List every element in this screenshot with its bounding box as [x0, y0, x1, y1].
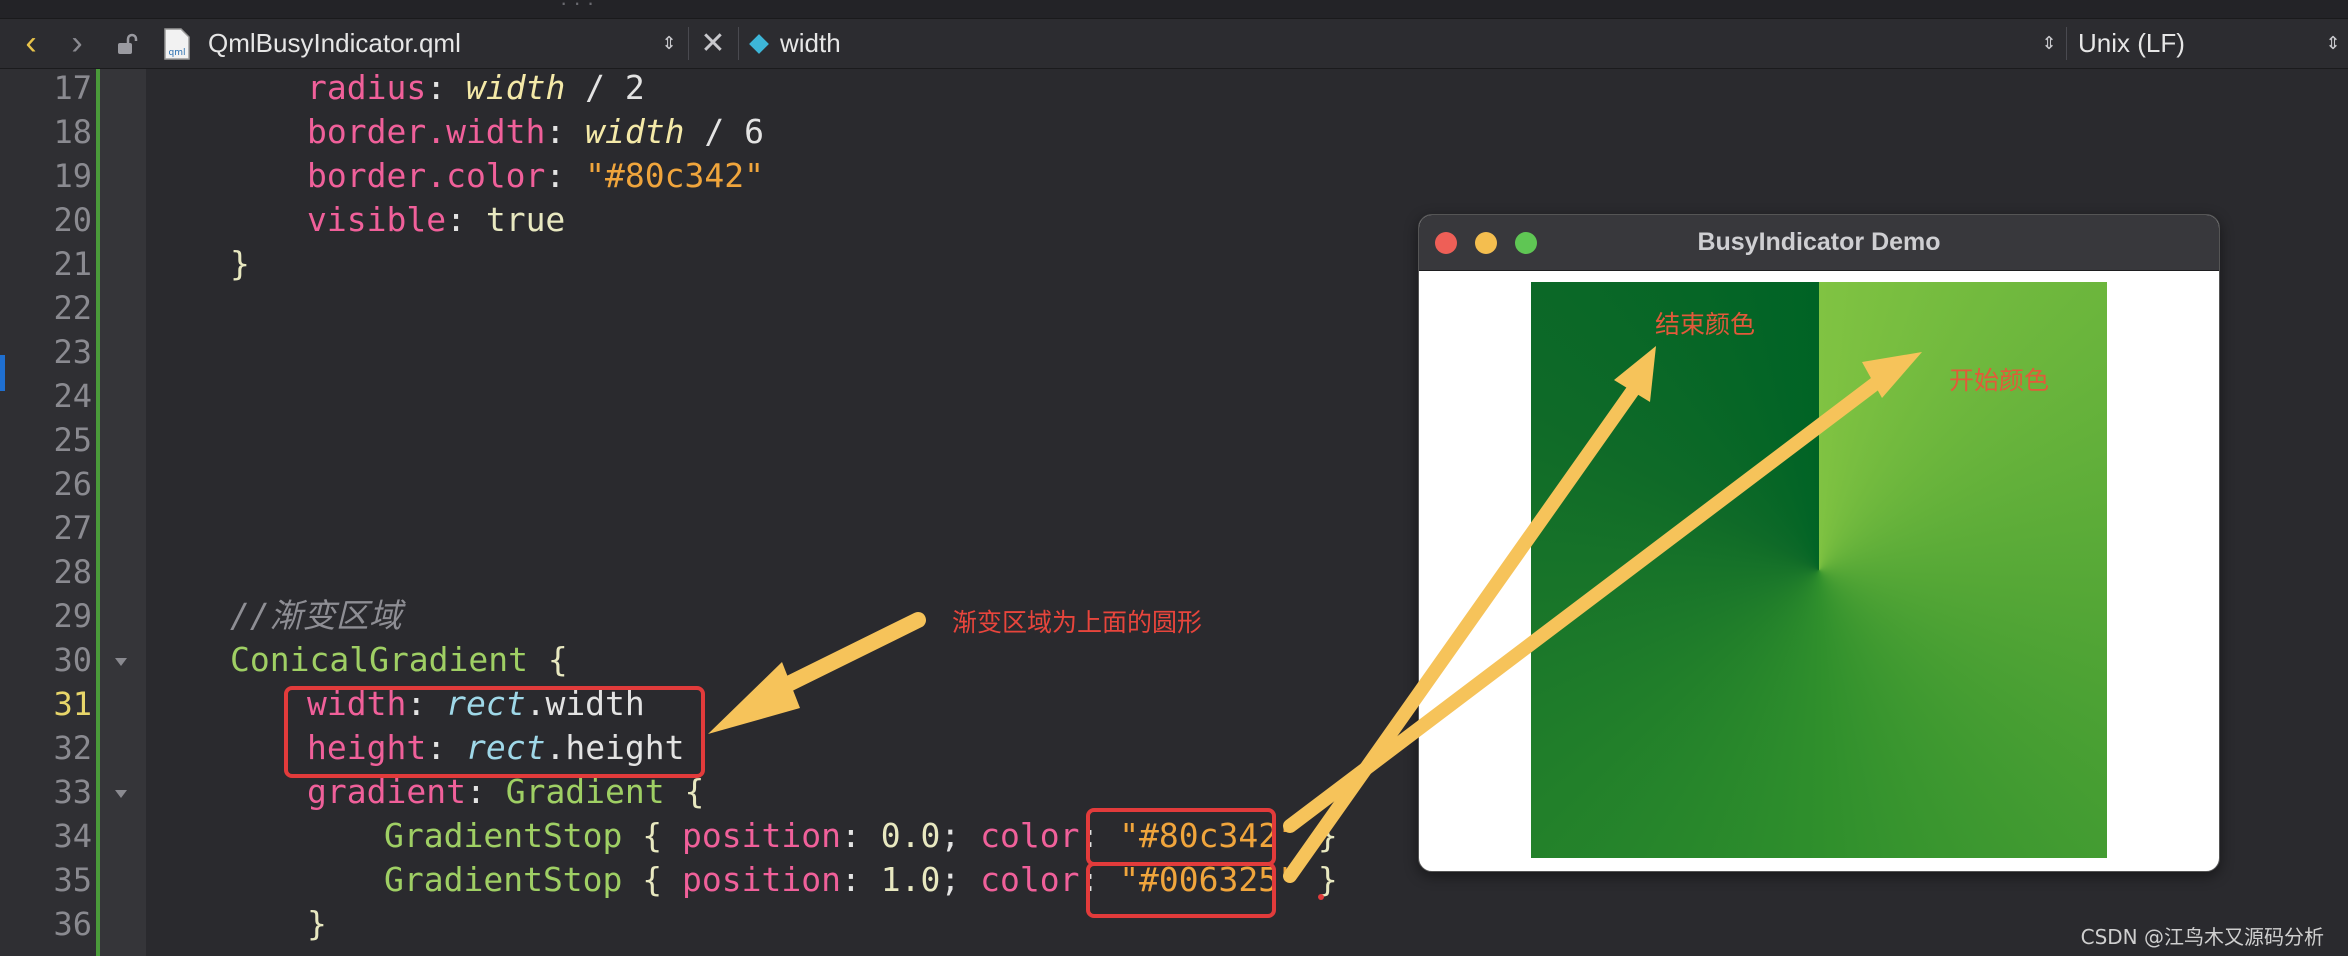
arrow-to-region	[708, 612, 926, 734]
arrow-to-end-color	[1283, 346, 1656, 883]
annotation-arrows	[708, 346, 1922, 883]
watermark: CSDN @江鸟木又源码分析	[2080, 925, 2324, 949]
